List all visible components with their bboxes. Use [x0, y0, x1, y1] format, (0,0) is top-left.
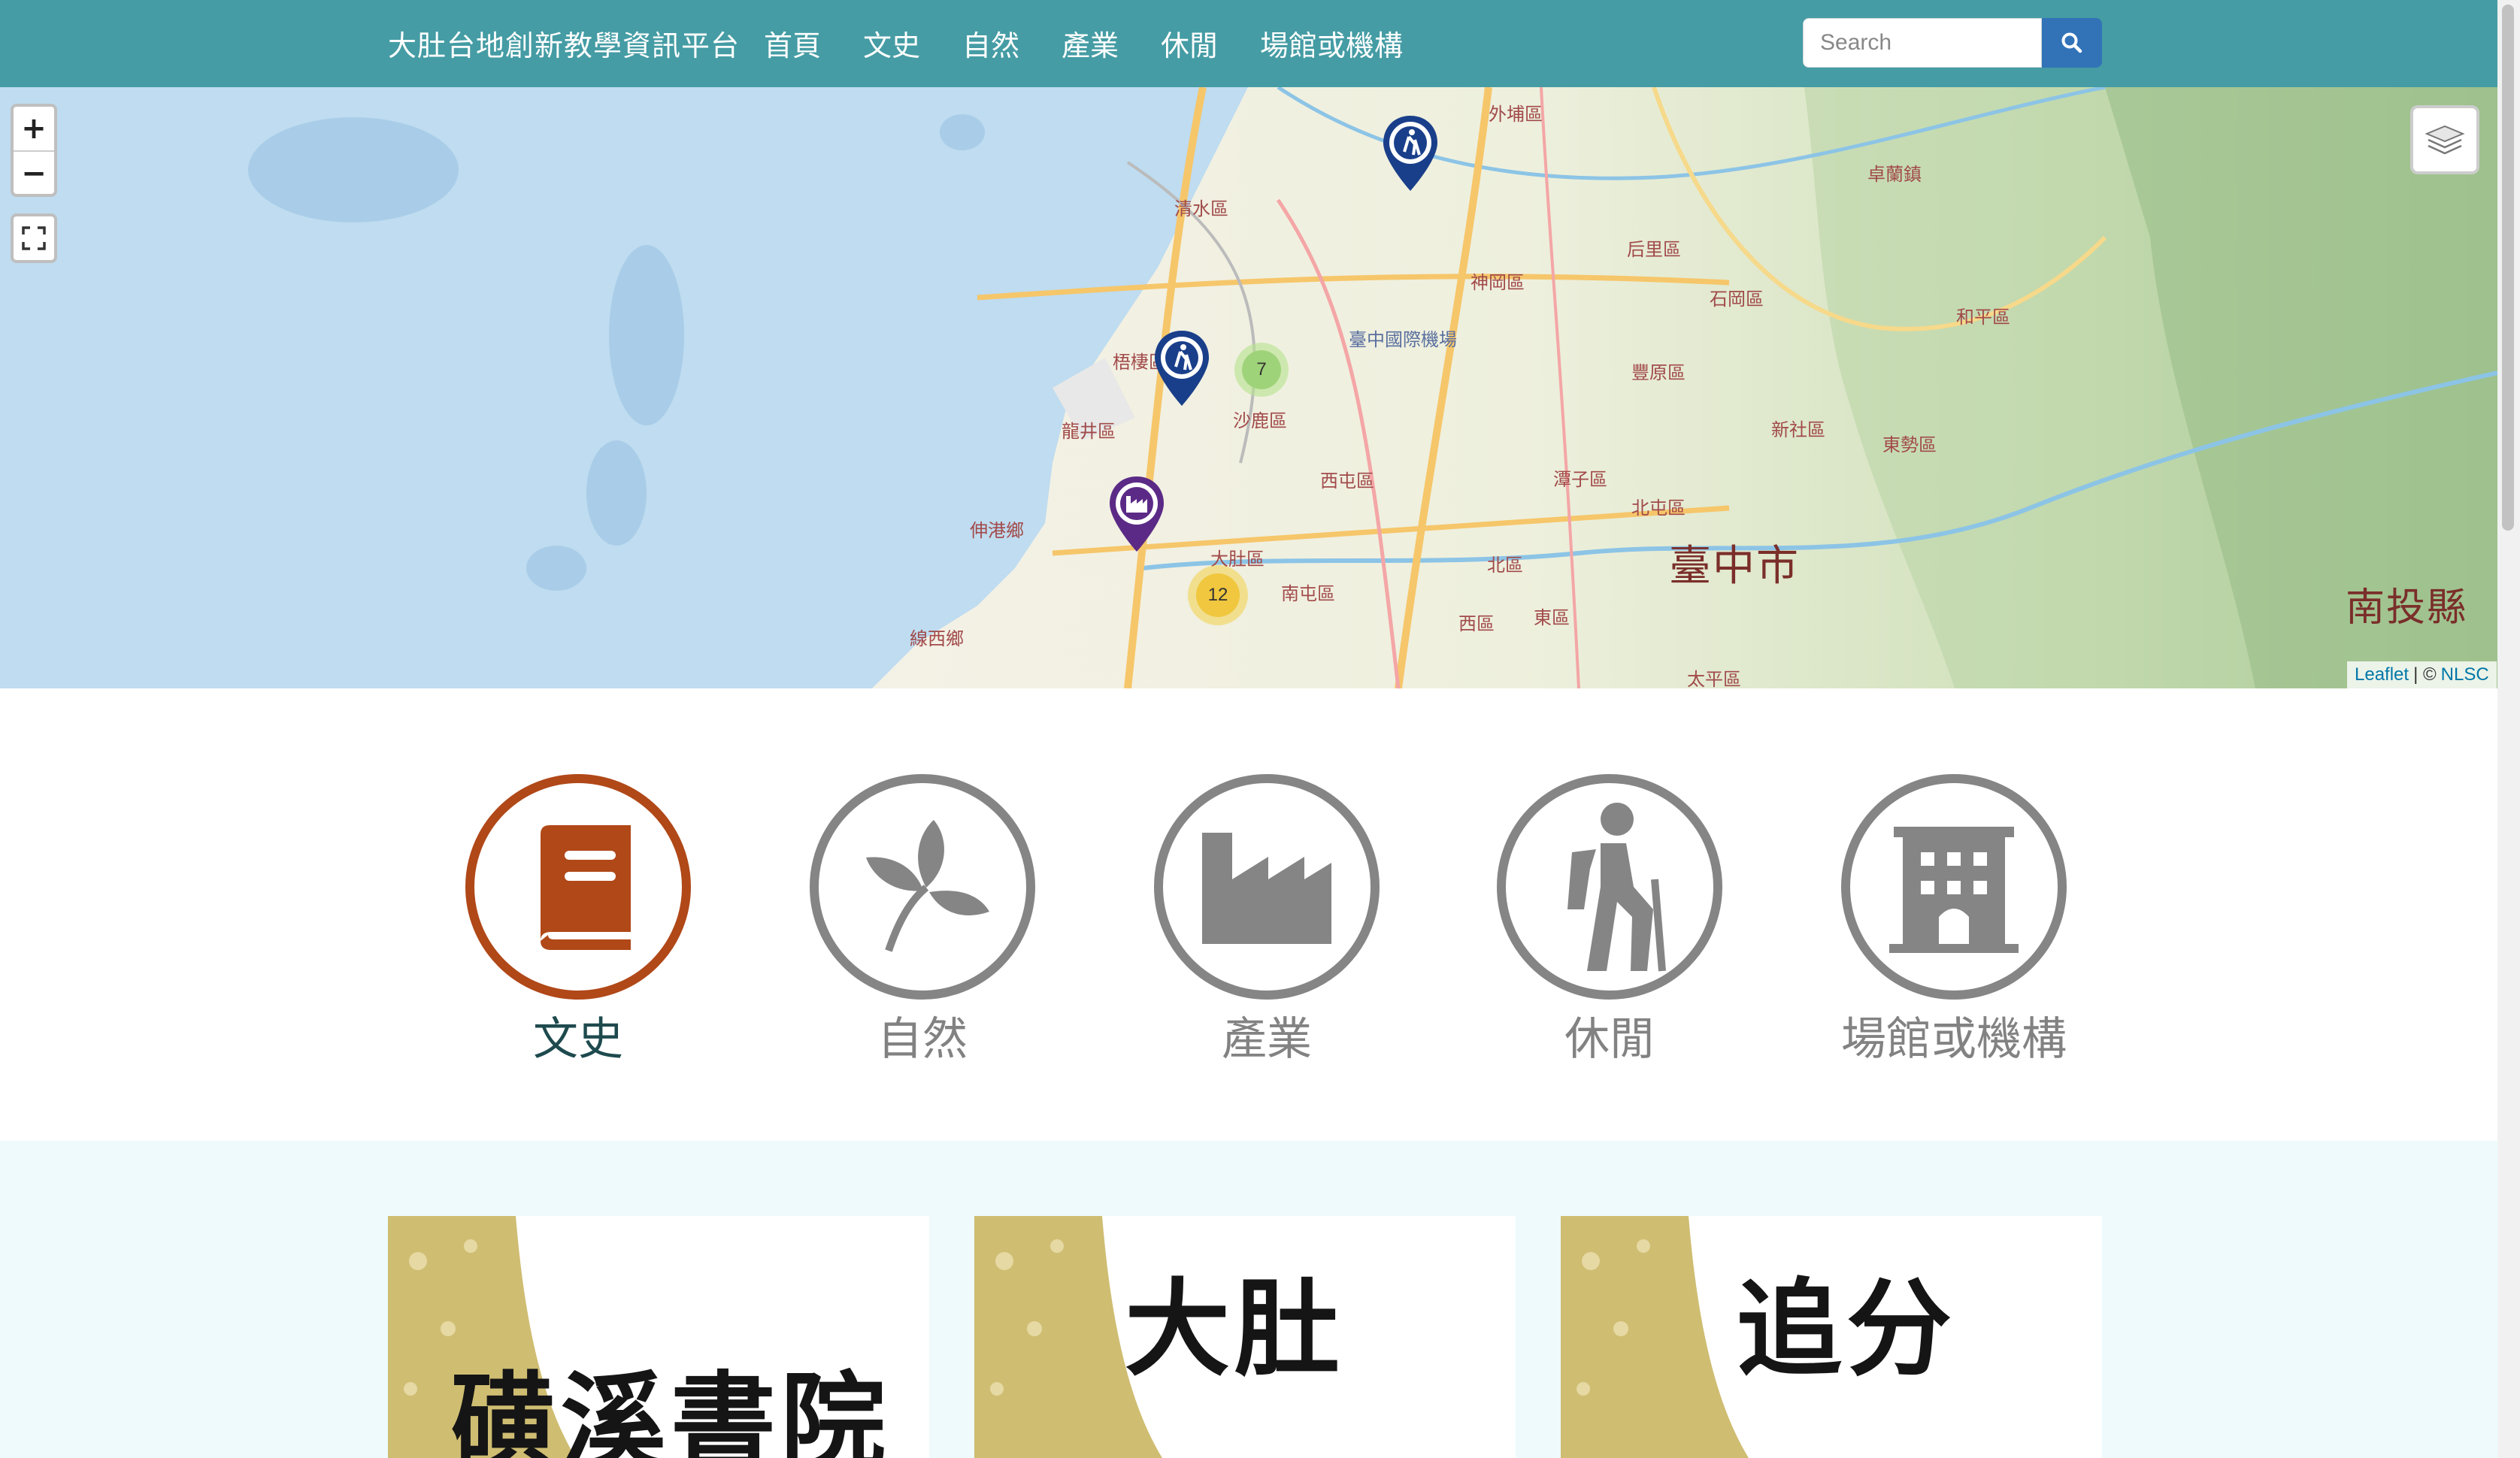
- label-taiping: 太平區: [1687, 669, 1741, 688]
- book-icon: [541, 825, 631, 950]
- nav-history[interactable]: 文史: [863, 23, 920, 64]
- zoom-in-button[interactable]: +: [14, 107, 54, 152]
- card-title: 追分: [1737, 1269, 1957, 1391]
- layers-icon: [2425, 125, 2465, 155]
- cluster-marker-12[interactable]: 12: [1188, 565, 1248, 625]
- label-waipu: 外埔區: [1489, 104, 1543, 125]
- label-tanzi: 潭子區: [1553, 469, 1607, 490]
- building-icon: [1889, 827, 2019, 953]
- label-beitun: 北屯區: [1631, 498, 1686, 519]
- hiking-marker-1[interactable]: [1380, 114, 1440, 192]
- cluster-count-7: 7: [1242, 350, 1281, 389]
- category-leisure[interactable]: 休閒: [1493, 774, 1726, 1068]
- fullscreen-button[interactable]: [11, 213, 57, 263]
- category-history-label: 文史: [533, 1013, 623, 1066]
- top-navbar: 大肚台地創新教學資訊平台 首頁 文史 自然 產業 休閒 場館或機構: [0, 0, 2497, 87]
- category-history-circle: [465, 774, 691, 1000]
- card-zhuifen[interactable]: 追分: [1561, 1216, 2102, 1458]
- label-nantou: 南投縣: [2346, 585, 2468, 631]
- nav-leisure[interactable]: 休閒: [1161, 23, 1218, 64]
- category-venues[interactable]: 場館或機構: [1837, 774, 2070, 1068]
- category-nature[interactable]: 自然: [806, 774, 1039, 1068]
- category-nature-circle: [810, 774, 1035, 1000]
- layers-button[interactable]: [2410, 105, 2479, 174]
- zoom-control: + −: [11, 104, 57, 197]
- nav-venues[interactable]: 場館或機構: [1260, 23, 1403, 64]
- label-zhuolan: 卓蘭鎮: [1867, 164, 1922, 185]
- map-view[interactable]: 臺中市 南投縣 清水區 梧棲區 龍井區 沙鹿區 大肚區 伸港鄉 線西鄉 西屯區 …: [0, 87, 2497, 688]
- label-dong: 東區: [1534, 607, 1570, 628]
- label-shalu: 沙鹿區: [1233, 410, 1287, 431]
- nav-home[interactable]: 首頁: [764, 23, 821, 64]
- label-xitun: 西屯區: [1320, 470, 1374, 492]
- search-input[interactable]: [1803, 18, 2042, 68]
- factory-icon: [1202, 833, 1331, 944]
- attribution-separator: | ©: [2413, 664, 2437, 685]
- category-history[interactable]: 文史: [462, 774, 695, 1068]
- cluster-count-12: 12: [1196, 573, 1240, 617]
- card-title: 大肚: [1125, 1269, 1345, 1391]
- leaflet-link[interactable]: Leaflet: [2355, 664, 2409, 685]
- label-bei: 北區: [1487, 555, 1523, 576]
- category-industry[interactable]: 產業: [1150, 774, 1383, 1068]
- label-xinshe: 新社區: [1771, 419, 1825, 440]
- brand-title[interactable]: 大肚台地創新教學資訊平台: [388, 23, 740, 64]
- category-leisure-label: 休閒: [1564, 1013, 1655, 1066]
- label-shengang2: 神岡區: [1471, 272, 1525, 293]
- category-leisure-circle: [1497, 774, 1722, 1000]
- category-venues-circle: [1841, 774, 2067, 1000]
- label-heping: 和平區: [1956, 307, 2010, 328]
- map-attribution: Leaflet | © NLSC: [2347, 661, 2497, 688]
- category-venues-label: 場館或機構: [1841, 1013, 2067, 1066]
- card-dadu[interactable]: 大肚: [974, 1216, 1516, 1458]
- nav-industry[interactable]: 產業: [1062, 23, 1119, 64]
- label-qingshui: 清水區: [1174, 198, 1228, 219]
- scrollbar-thumb[interactable]: [2502, 5, 2514, 531]
- hiking-icon: [1567, 803, 1666, 972]
- nav-nature[interactable]: 自然: [962, 23, 1019, 64]
- category-nature-label: 自然: [877, 1013, 968, 1066]
- category-industry-label: 產業: [1222, 1013, 1312, 1066]
- zoom-out-button[interactable]: −: [14, 152, 54, 195]
- hiking-marker-2[interactable]: [1152, 329, 1212, 407]
- label-shengang: 伸港鄉: [970, 520, 1024, 541]
- leaf-icon: [866, 820, 989, 952]
- label-longjing: 龍井區: [1062, 421, 1116, 442]
- label-fengyuan: 豐原區: [1631, 362, 1686, 383]
- label-houli: 后里區: [1627, 239, 1681, 260]
- label-shigang: 石岡區: [1710, 289, 1764, 310]
- card-huangxi-academy[interactable]: 磺溪書院: [388, 1216, 929, 1458]
- label-nantun: 南屯區: [1281, 583, 1335, 604]
- label-xianxi: 線西鄉: [910, 628, 964, 649]
- card-title: 磺溪書院: [451, 1362, 891, 1458]
- search-button[interactable]: [2042, 18, 2102, 68]
- label-taichung: 臺中市: [1669, 542, 1800, 591]
- category-industry-circle: [1154, 774, 1380, 1000]
- label-airport: 臺中國際機場: [1349, 329, 1457, 350]
- cluster-marker-7[interactable]: 7: [1234, 343, 1289, 397]
- label-xi: 西區: [1458, 613, 1495, 634]
- fullscreen-icon: [22, 226, 46, 250]
- nlsc-link[interactable]: NLSC: [2441, 664, 2489, 685]
- label-dongshi: 東勢區: [1882, 434, 1937, 455]
- industry-marker[interactable]: [1107, 475, 1167, 553]
- search-icon: [2061, 32, 2082, 53]
